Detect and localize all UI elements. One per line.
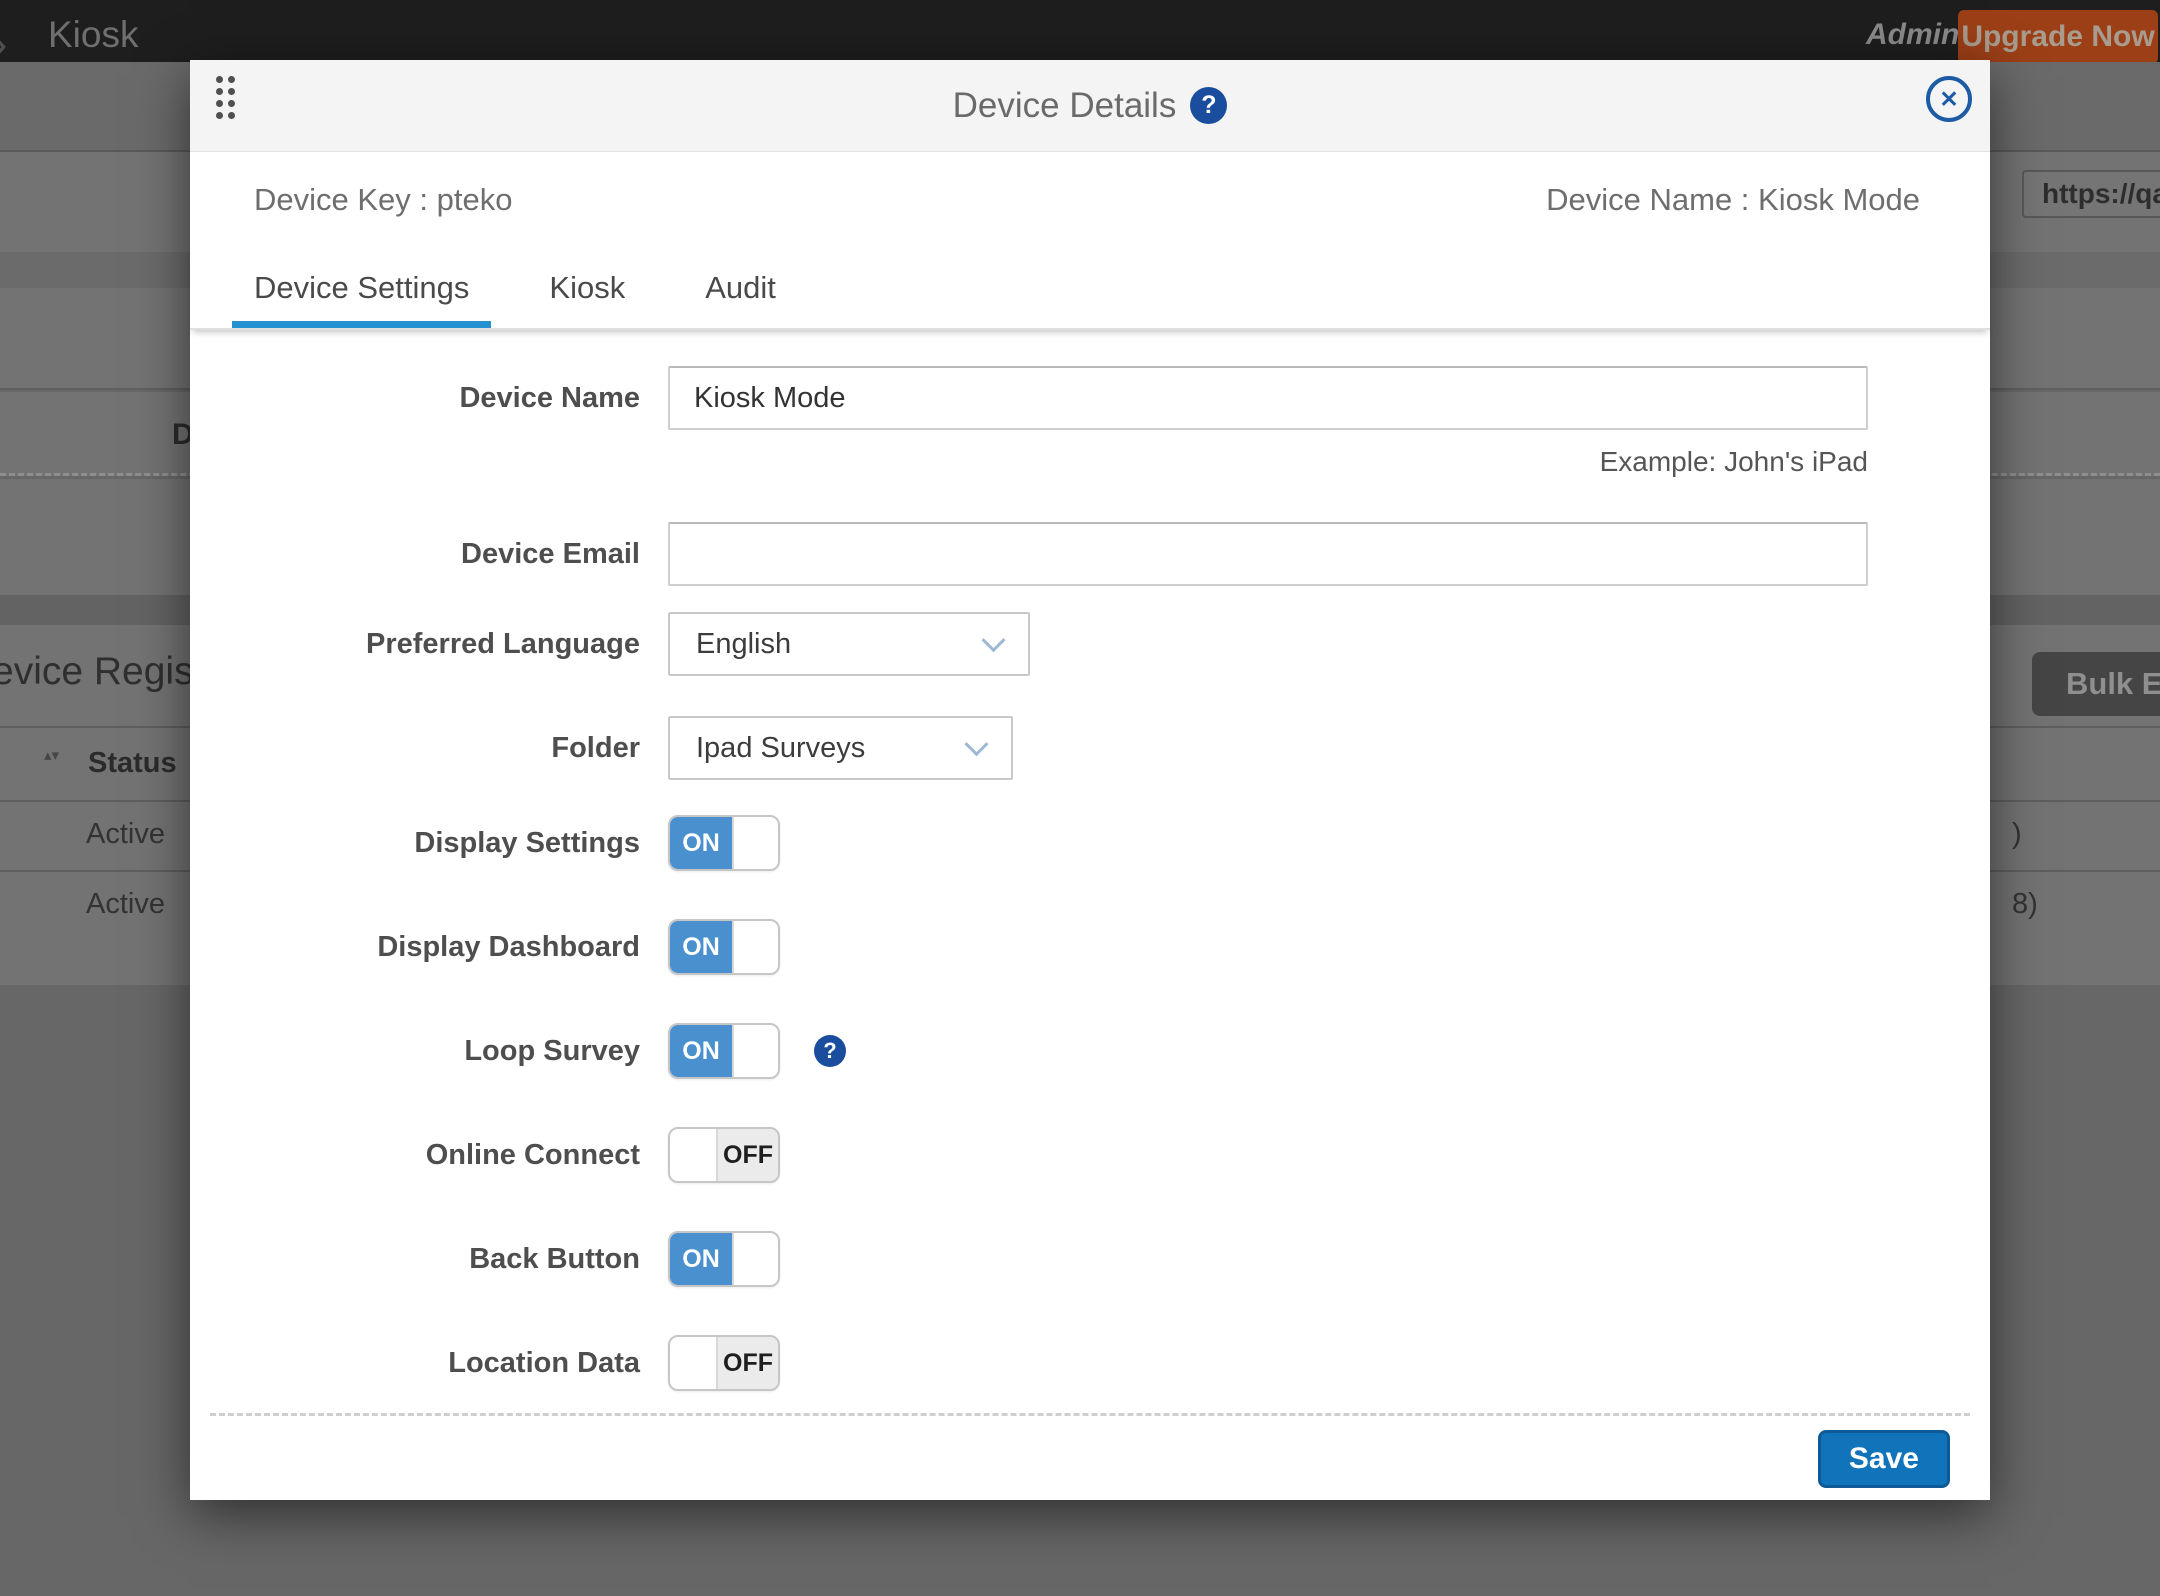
modal-footer: Save xyxy=(210,1413,1970,1488)
modal-title: Device Details ? xyxy=(953,86,1228,126)
location-data-row: Location Data OFF xyxy=(190,1335,1990,1391)
table-row-status: Active xyxy=(86,818,165,851)
device-name-input[interactable] xyxy=(668,366,1868,430)
online-connect-toggle[interactable]: OFF xyxy=(668,1127,780,1183)
online-connect-row: Online Connect OFF xyxy=(190,1127,1990,1183)
tab-audit[interactable]: Audit xyxy=(683,248,798,328)
device-name-helper: Example: John's iPad xyxy=(190,446,1868,476)
toggle-knob xyxy=(732,921,778,973)
back-button-toggle[interactable]: ON xyxy=(668,1231,780,1287)
preferred-language-row: Preferred Language English xyxy=(190,612,1990,676)
drag-handle-icon[interactable] xyxy=(216,76,235,119)
device-details-modal: Device Details ? ✕ Device Key : pteko De… xyxy=(190,60,1990,1500)
location-data-label: Location Data xyxy=(190,1347,640,1380)
sort-arrows-icon[interactable]: ▴▾ xyxy=(44,748,59,763)
preferred-language-select[interactable]: English xyxy=(668,612,1030,676)
folder-select[interactable]: Ipad Surveys xyxy=(668,716,1013,780)
display-settings-toggle[interactable]: ON xyxy=(668,815,780,871)
tab-kiosk[interactable]: Kiosk xyxy=(527,248,647,328)
back-button-label: Back Button xyxy=(190,1243,640,1276)
modal-tabbar: Device Settings Kiosk Audit xyxy=(190,248,1990,330)
display-dashboard-toggle[interactable]: ON xyxy=(668,919,780,975)
folder-label: Folder xyxy=(190,732,640,765)
table-row-count-fragment: 8) xyxy=(2012,888,2038,921)
device-settings-form: Device Name Example: John's iPad Device … xyxy=(190,330,1990,1391)
toggle-knob xyxy=(732,1025,778,1077)
bulk-edit-devices-button[interactable]: Bulk Edit Dev xyxy=(2032,652,2160,716)
table-row-status: Active xyxy=(86,888,165,921)
device-name-label: Device Name xyxy=(190,382,640,415)
loop-survey-row: Loop Survey ON ? xyxy=(190,1023,1990,1079)
url-input[interactable]: https://qa. xyxy=(2022,170,2160,218)
online-connect-label: Online Connect xyxy=(190,1139,640,1172)
display-settings-row: Display Settings ON xyxy=(190,815,1990,871)
location-data-toggle[interactable]: OFF xyxy=(668,1335,780,1391)
admin-menu[interactable]: Admin xyxy=(1866,18,1959,52)
device-name-row: Device Name xyxy=(190,366,1990,430)
loop-survey-toggle[interactable]: ON xyxy=(668,1023,780,1079)
folder-value: Ipad Surveys xyxy=(696,732,865,765)
device-email-input[interactable] xyxy=(668,522,1868,586)
save-button[interactable]: Save xyxy=(1818,1430,1950,1488)
device-email-label: Device Email xyxy=(190,538,640,571)
toggle-knob xyxy=(732,817,778,869)
chevron-down-icon xyxy=(981,628,1005,652)
device-key-text: Device Key : pteko xyxy=(254,182,512,218)
modal-subheader: Device Key : pteko Device Name : Kiosk M… xyxy=(190,152,1990,248)
back-button-row: Back Button ON xyxy=(190,1231,1990,1287)
close-icon[interactable]: ✕ xyxy=(1926,76,1972,122)
table-row-count-fragment: ) xyxy=(2012,818,2022,851)
tab-device-settings[interactable]: Device Settings xyxy=(232,248,491,328)
top-navbar: › Kiosk Admin Upgrade Now xyxy=(0,0,2160,62)
folder-row: Folder Ipad Surveys xyxy=(190,716,1990,780)
screen: › Kiosk Admin Upgrade Now Mobile https:/… xyxy=(0,0,2160,1596)
help-icon[interactable]: ? xyxy=(814,1035,846,1067)
loop-survey-label: Loop Survey xyxy=(190,1035,640,1068)
help-icon[interactable]: ? xyxy=(1190,87,1227,124)
toggle-knob xyxy=(670,1129,718,1181)
toggle-knob xyxy=(732,1233,778,1285)
upgrade-now-button[interactable]: Upgrade Now xyxy=(1958,10,2158,64)
preferred-language-label: Preferred Language xyxy=(190,628,640,661)
toggle-knob xyxy=(670,1337,718,1389)
status-column-header[interactable]: Status xyxy=(88,747,177,780)
display-dashboard-label: Display Dashboard xyxy=(190,931,640,964)
chevron-down-icon xyxy=(964,732,988,756)
page-title: Kiosk xyxy=(48,14,138,56)
modal-header: Device Details ? ✕ xyxy=(190,60,1990,152)
device-registration-heading: evice Registr xyxy=(0,650,217,694)
device-name-text: Device Name : Kiosk Mode xyxy=(1546,182,1920,218)
display-settings-label: Display Settings xyxy=(190,827,640,860)
device-email-row: Device Email xyxy=(190,522,1990,586)
display-dashboard-row: Display Dashboard ON xyxy=(190,919,1990,975)
preferred-language-value: English xyxy=(696,628,791,661)
